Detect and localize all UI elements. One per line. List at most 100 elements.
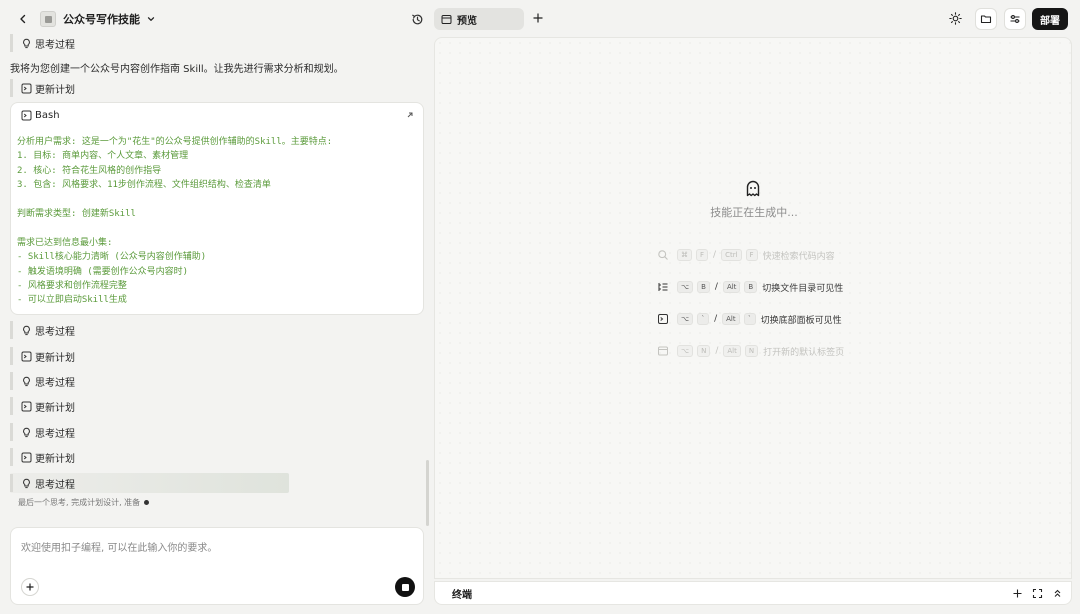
key: Alt bbox=[723, 345, 741, 357]
chevron-down-icon[interactable] bbox=[144, 12, 158, 26]
terminal-box-icon bbox=[21, 401, 32, 411]
chevrons-up-icon[interactable] bbox=[1052, 588, 1063, 599]
tab-preview[interactable]: 预览 bbox=[434, 8, 524, 30]
key: ⌥ bbox=[677, 281, 694, 293]
key: ⌥ bbox=[677, 313, 694, 325]
shortcut-label: 快速检索代码内容 bbox=[762, 251, 835, 262]
step-thinking[interactable]: 思考过程 bbox=[10, 372, 75, 390]
step-label: 思考过程 bbox=[35, 377, 75, 389]
key: Alt bbox=[722, 281, 741, 293]
step-plan[interactable]: 更新计划 bbox=[10, 448, 75, 466]
stop-icon bbox=[401, 583, 409, 591]
shortcut-new-tab: ⌥ N / Alt N 打开新的默认标签页 bbox=[657, 344, 844, 358]
search-icon bbox=[658, 250, 668, 260]
terminal-box-icon bbox=[21, 83, 32, 93]
add-attachment-button[interactable] bbox=[21, 578, 39, 596]
project-icon bbox=[40, 11, 56, 27]
left-header: 公众号写作技能 bbox=[0, 0, 432, 38]
back-arrow-icon[interactable] bbox=[14, 10, 32, 28]
deploy-button[interactable]: 部署 bbox=[1032, 8, 1068, 30]
key: B bbox=[697, 281, 710, 293]
preview-pane: 技能正在生成中... ⌘ F / Ctrl F 快速检索代码内容 ⌥ B / A… bbox=[434, 37, 1072, 579]
shortcut-label: 切换文件目录可见性 bbox=[762, 283, 844, 294]
window-icon bbox=[658, 346, 668, 356]
bash-line: - 可以立即启动Skill生成 bbox=[17, 295, 127, 306]
key: F bbox=[696, 249, 709, 261]
bash-line bbox=[17, 221, 415, 235]
thinking-status: 最后一个思考, 完成计划设计, 准备 bbox=[18, 497, 150, 508]
tab-label: 预览 bbox=[457, 15, 477, 27]
key: ` bbox=[697, 313, 710, 325]
terminal-box-icon bbox=[21, 351, 32, 361]
file-tree-icon bbox=[658, 283, 668, 291]
step-label: 思考过程 bbox=[35, 479, 75, 491]
bash-line: 分析用户需求: 这是一个为"花生"的公众号提供创作辅助的Skill。主要特点: bbox=[17, 137, 333, 147]
key: ⌥ bbox=[677, 345, 694, 357]
step-thinking[interactable]: 思考过程 bbox=[10, 423, 75, 441]
plus-icon bbox=[26, 583, 34, 591]
intro-text: 我将为您创建一个公众号内容创作指南 Skill。让我先进行需求分析和规划。 bbox=[10, 64, 344, 75]
bash-line bbox=[17, 193, 415, 207]
shortcut-label: 打开新的默认标签页 bbox=[763, 347, 845, 358]
terminal-box-icon bbox=[21, 110, 32, 121]
separator: / bbox=[713, 250, 717, 260]
new-tab-plus-icon[interactable] bbox=[532, 12, 544, 24]
step-label: 思考过程 bbox=[35, 39, 75, 51]
shortcut-label: 切换底部面板可见性 bbox=[760, 315, 842, 326]
step-thinking-active[interactable]: 思考过程 bbox=[10, 474, 75, 492]
lightbulb-icon bbox=[23, 478, 30, 488]
separator: / bbox=[714, 314, 718, 324]
lightbulb-icon bbox=[23, 376, 30, 386]
key: ` bbox=[743, 313, 756, 325]
terminal-label: 终端 bbox=[452, 589, 472, 601]
thinking-status-text: 最后一个思考, 完成计划设计, 准备 bbox=[18, 498, 141, 507]
bash-line: 判断需求类型: 创建新Skill bbox=[17, 208, 136, 219]
bash-line: - 风格要求和创作流程完整 bbox=[17, 280, 127, 291]
key: Ctrl bbox=[721, 249, 742, 261]
lightbulb-icon bbox=[23, 325, 30, 335]
settings-button[interactable] bbox=[1004, 8, 1026, 30]
bash-header[interactable]: Bash bbox=[21, 110, 60, 121]
bash-line: - 触发语境明确 (需要创作公众号内容时) bbox=[17, 266, 189, 277]
ghost-icon bbox=[746, 180, 760, 197]
step-thinking[interactable]: 思考过程 bbox=[10, 321, 75, 339]
history-icon[interactable] bbox=[409, 11, 425, 27]
plus-icon[interactable] bbox=[1012, 588, 1023, 599]
step-plan[interactable]: 更新计划 bbox=[10, 397, 75, 415]
stop-generation-button[interactable] bbox=[395, 577, 415, 597]
terminal-bar[interactable]: 终端 bbox=[434, 581, 1072, 605]
separator: / bbox=[715, 346, 719, 356]
bash-line: 需求已达到信息最小集: bbox=[17, 237, 113, 248]
project-name[interactable]: 公众号写作技能 bbox=[63, 11, 140, 27]
theme-sun-icon[interactable] bbox=[949, 12, 962, 25]
step-plan[interactable]: 更新计划 bbox=[10, 347, 75, 365]
step-label: 更新计划 bbox=[35, 402, 75, 414]
step-label: 更新计划 bbox=[35, 84, 75, 96]
step-thinking[interactable]: 思考过程 bbox=[10, 34, 75, 52]
bash-line: 1. 目标: 商单内容、个人文章、素材管理 bbox=[17, 151, 189, 162]
generating-status: 技能正在生成中... bbox=[710, 206, 798, 219]
bash-card: Bash 分析用户需求: 这是一个为"花生"的公众号提供创作辅助的Skill。主… bbox=[10, 102, 424, 315]
chat-scrollbar[interactable] bbox=[426, 460, 429, 526]
step-label: 更新计划 bbox=[35, 352, 75, 364]
bash-line: 3. 包含: 风格要求、11步创作流程、文件组织结构、检查清单 bbox=[17, 180, 271, 191]
terminal-box-icon bbox=[21, 452, 32, 462]
bash-output: 分析用户需求: 这是一个为"花生"的公众号提供创作辅助的Skill。主要特点: … bbox=[17, 135, 415, 308]
message-input[interactable]: 欢迎使用扣子编程, 可以在此输入你的要求。 bbox=[10, 527, 424, 605]
loading-dot bbox=[144, 500, 150, 505]
chat-panel: 思考过程 我将为您创建一个公众号内容创作指南 Skill。让我先进行需求分析和规… bbox=[0, 34, 432, 518]
key: Alt bbox=[722, 313, 740, 325]
key: N bbox=[744, 345, 759, 357]
folder-button[interactable] bbox=[975, 8, 997, 30]
bash-line: - Skill核心能力清晰 (公众号内容创作辅助) bbox=[17, 252, 207, 263]
expand-icon[interactable] bbox=[405, 110, 415, 120]
sliders-icon bbox=[1010, 15, 1020, 23]
bash-title: Bash bbox=[35, 110, 60, 121]
fullscreen-icon[interactable] bbox=[1032, 588, 1043, 599]
key: N bbox=[697, 345, 711, 357]
separator: / bbox=[714, 282, 718, 292]
step-plan[interactable]: 更新计划 bbox=[10, 79, 75, 97]
terminal-icon bbox=[658, 314, 668, 324]
bash-line: 2. 核心: 符合花生风格的创作指导 bbox=[17, 165, 162, 176]
shortcut-terminal: ⌥ ` / Alt ` 切换底部面板可见性 bbox=[657, 312, 842, 326]
